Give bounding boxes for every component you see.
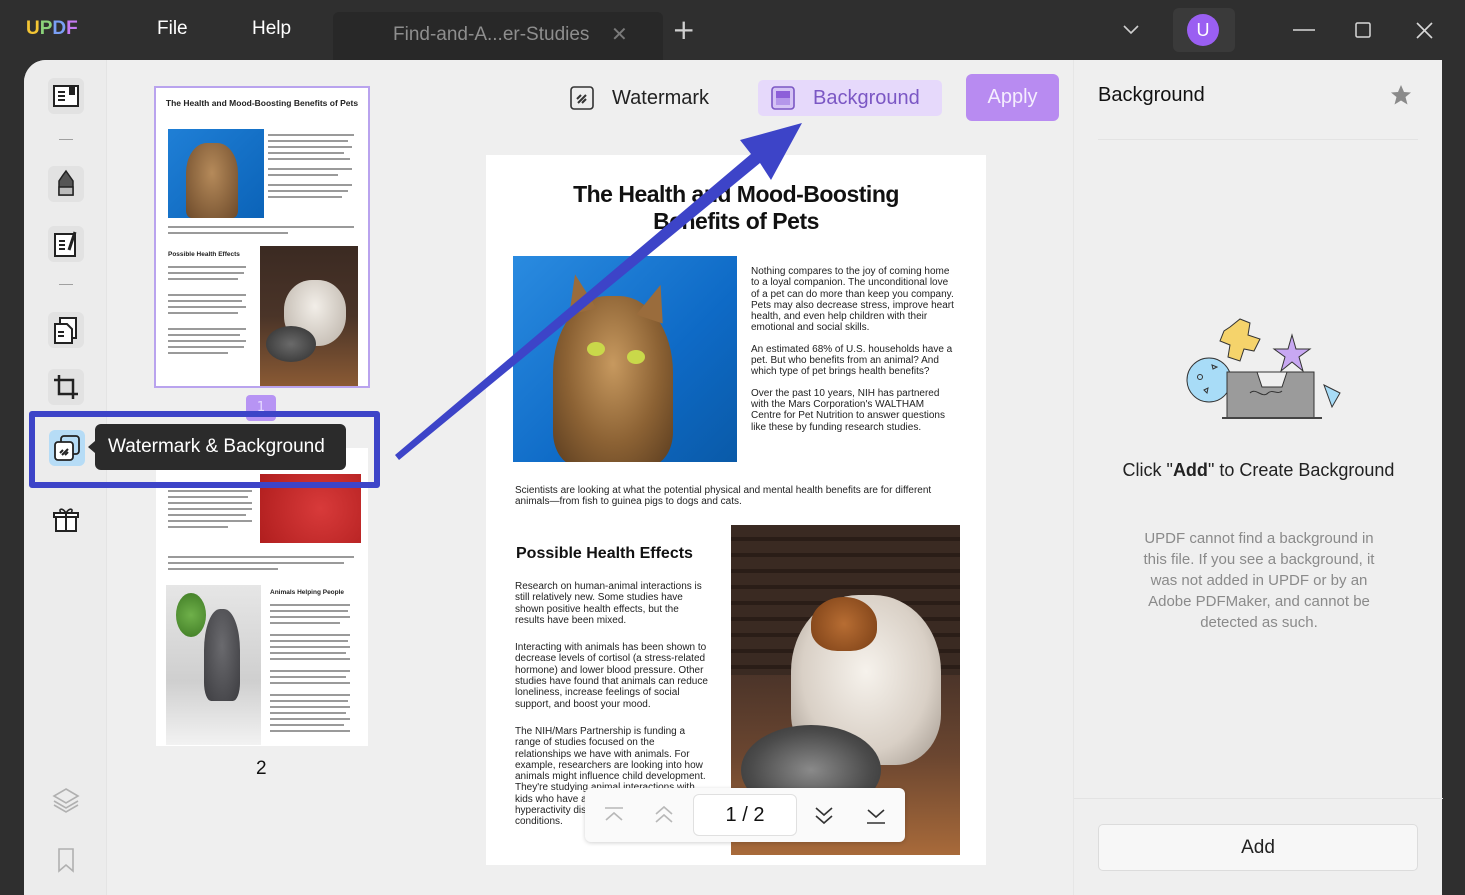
menu-file[interactable]: File	[157, 18, 188, 40]
paragraph: Over the past 10 years, NIH has partnere…	[751, 387, 945, 433]
minimize-icon[interactable]	[1293, 28, 1315, 32]
heading-text: Click "	[1122, 460, 1173, 480]
background-tab[interactable]: Background	[758, 80, 942, 116]
sidebar-item-bookmark[interactable]	[48, 842, 84, 878]
sidebar-item-organize[interactable]	[48, 312, 84, 348]
title-line-1: The Health and Mood-Boosting	[573, 181, 899, 207]
intro-text: Nothing compares to the joy of coming ho…	[751, 266, 954, 443]
sidebar-item-crop[interactable]	[48, 369, 84, 405]
apply-button[interactable]: Apply	[966, 74, 1059, 121]
close-window-icon[interactable]	[1416, 22, 1433, 39]
tab-close-icon[interactable]: ✕	[611, 22, 628, 46]
panel-divider	[1098, 139, 1418, 140]
watermark-tab[interactable]: Watermark	[570, 80, 709, 116]
previous-page-icon[interactable]	[651, 802, 677, 828]
section-heading: Possible Health Effects	[516, 545, 693, 562]
watermark-tab-icon	[570, 86, 594, 110]
logo-letter: U	[26, 18, 40, 39]
thumb-grey-cat-image	[166, 585, 261, 745]
scientists-text: Scientists are looking at what the poten…	[515, 485, 932, 508]
sidebar-divider	[59, 139, 73, 140]
background-panel: Background Click "Add" to Create Backgro…	[1073, 60, 1443, 895]
empty-state-illustration	[1186, 318, 1341, 419]
layers-icon	[52, 788, 80, 813]
background-tab-icon	[771, 86, 795, 110]
logo-letter: D	[52, 18, 67, 39]
heading-bold-text: Add	[1172, 460, 1208, 480]
thumb-subheading: Animals Helping People	[270, 589, 345, 596]
chevron-down-icon[interactable]	[1122, 24, 1140, 36]
last-page-icon[interactable]	[863, 802, 889, 828]
thumb-title: The Health and Mood-Boosting Benefits of…	[165, 98, 359, 108]
cat-photo	[513, 256, 737, 462]
highlighter-icon	[58, 169, 74, 196]
menu-help[interactable]: Help	[252, 18, 291, 40]
title-bar: UPDF File Help Find-and-A...er-Studies ✕…	[0, 0, 1465, 60]
pdf-page: The Health and Mood-Boosting Benefits of…	[486, 155, 986, 865]
bookmark-icon	[58, 848, 74, 873]
background-tab-label: Background	[813, 86, 920, 109]
page-number-input[interactable]: 1 / 2	[693, 794, 797, 836]
updf-logo: UPDF	[26, 18, 78, 40]
sidebar-item-layers[interactable]	[48, 782, 84, 818]
favorite-star-icon[interactable]	[1390, 84, 1412, 106]
watermark-tab-label: Watermark	[612, 86, 710, 109]
new-tab-icon[interactable]: +	[672, 16, 695, 44]
heading-text: " to Create Background	[1207, 460, 1395, 480]
maximize-icon[interactable]	[1355, 22, 1371, 38]
sidebar-divider	[59, 284, 73, 285]
account-button[interactable]: U	[1173, 8, 1235, 52]
document-tab[interactable]: Find-and-A...er-Studies ✕	[333, 12, 663, 60]
paragraph: Interacting with animals has been shown …	[515, 642, 708, 710]
paragraph: Research on human-animal interactions is…	[515, 581, 702, 626]
thumbnail-page-number: 2	[256, 758, 267, 779]
sidebar-item-comment[interactable]	[48, 166, 84, 202]
thumb-cat-image	[168, 129, 264, 218]
empty-state-description: UPDF cannot find a background in this fi…	[1143, 530, 1375, 631]
title-line-2: Benefits of Pets	[653, 208, 819, 234]
logo-letter: P	[39, 18, 53, 39]
thumb-subheading: Possible Health Effects	[168, 251, 240, 258]
tab-title: Find-and-A...er-Studies	[393, 24, 590, 45]
first-page-icon[interactable]	[601, 802, 627, 828]
document-title: The Health and Mood-Boosting Benefits of…	[486, 181, 986, 235]
thumbnail-page-1[interactable]: The Health and Mood-Boosting Benefits of…	[154, 86, 370, 388]
paragraph: An estimated 68% of U.S. households have…	[751, 343, 953, 378]
empty-state-heading: Click "Add" to Create Background	[1074, 458, 1443, 483]
panel-footer-divider	[1074, 798, 1443, 799]
page-navigator: 1 / 2	[585, 788, 905, 842]
next-page-icon[interactable]	[811, 802, 837, 828]
sidebar-item-edit[interactable]	[48, 226, 84, 262]
crop-icon	[54, 375, 78, 399]
logo-letter: F	[66, 18, 78, 39]
edit-doc-icon	[54, 231, 77, 257]
paragraph: Nothing compares to the joy of coming ho…	[751, 266, 954, 334]
gift-icon	[53, 508, 79, 532]
pages-icon	[54, 317, 77, 344]
thumb-dog-image	[260, 246, 358, 386]
thumbnail-page-2[interactable]: Animals Helping People	[156, 448, 368, 746]
avatar: U	[1187, 14, 1219, 46]
add-background-button[interactable]: Add	[1098, 824, 1418, 871]
sidebar-item-reader[interactable]	[48, 78, 84, 114]
book-icon	[53, 85, 79, 107]
panel-title: Background	[1098, 84, 1205, 106]
annotation-highlight-box	[29, 411, 380, 488]
sidebar-item-gift[interactable]	[48, 501, 84, 537]
